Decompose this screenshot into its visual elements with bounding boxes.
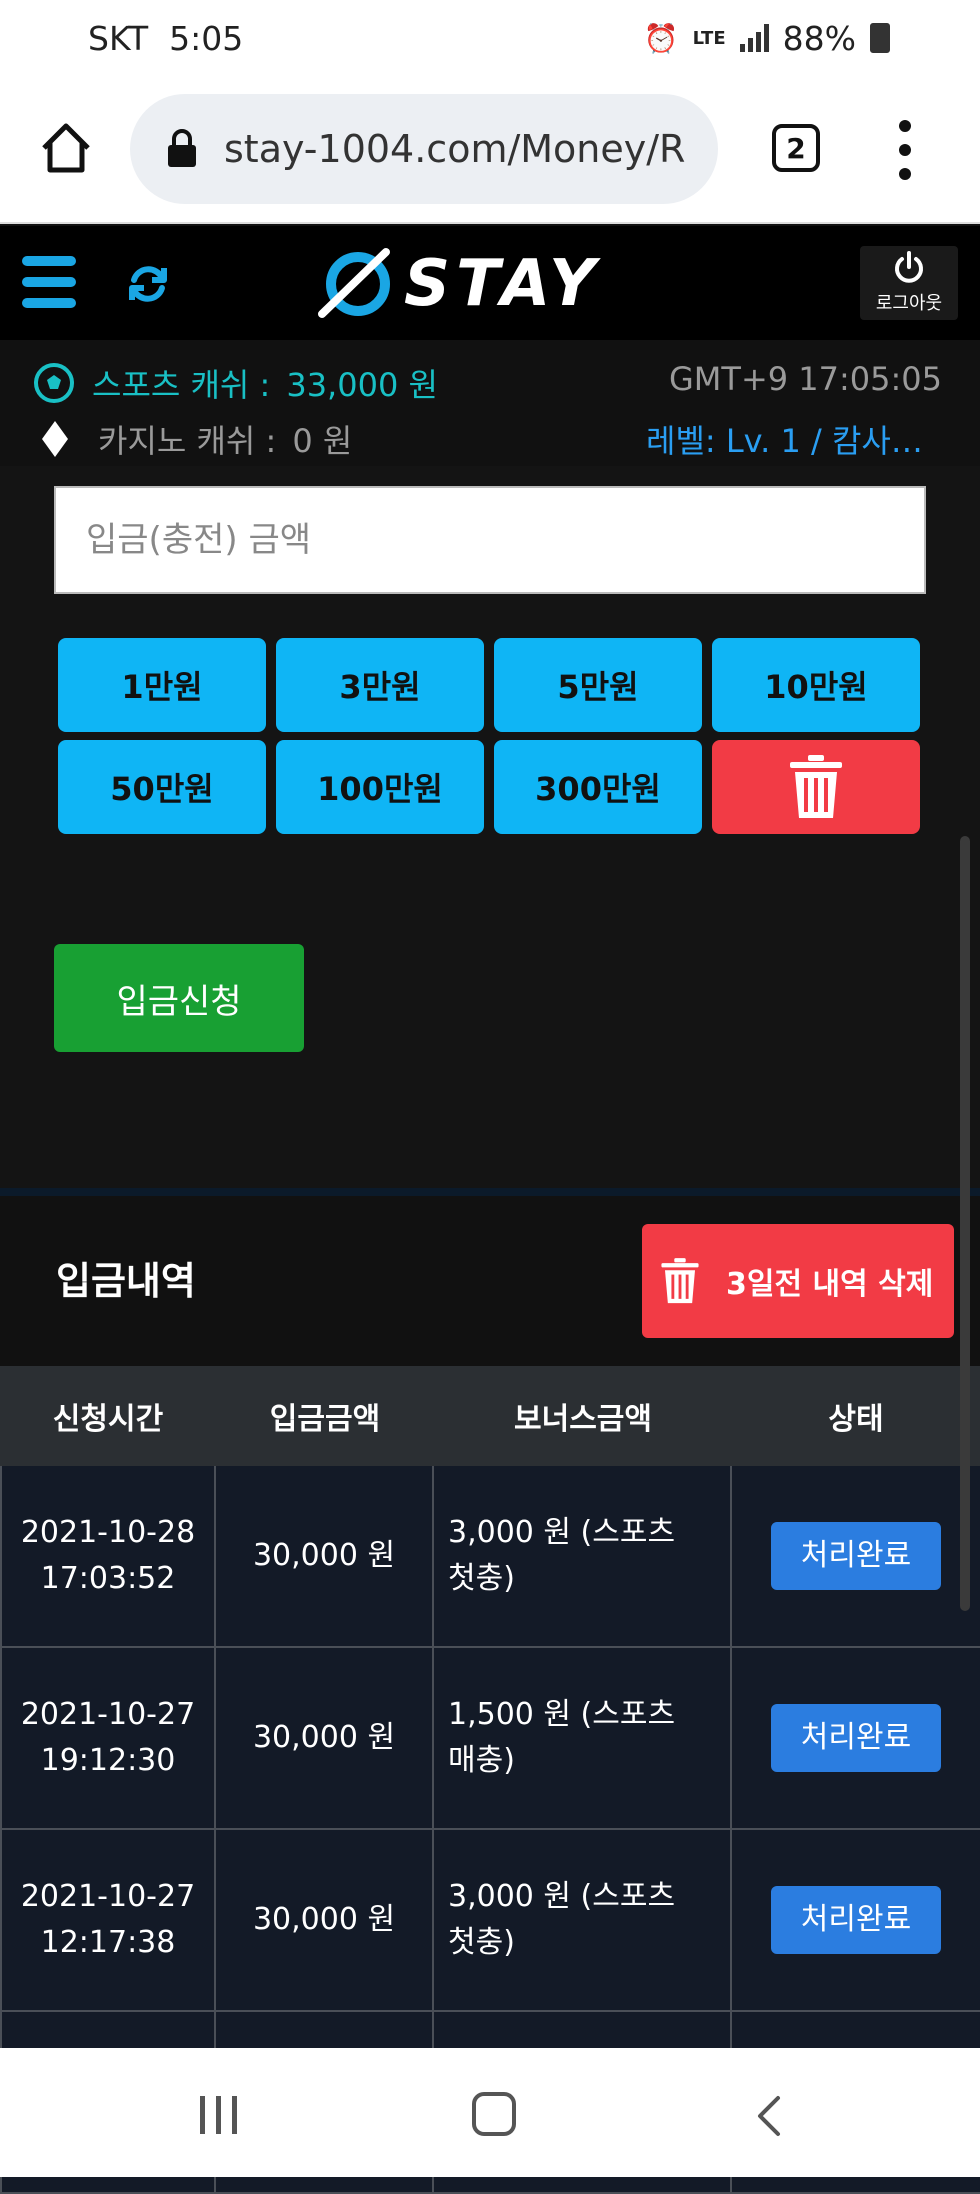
deposit-history-header: 입금내역 3일전 내역 삭제: [0, 1196, 980, 1366]
url-text: stay-1004.com/Money/R: [224, 127, 686, 171]
column-bonus-amount: 보너스금액: [514, 1402, 652, 1437]
bonus-amount-cell: 3,000 원 (스포츠 첫충): [434, 1830, 732, 2010]
column-request-time: 신청시간: [52, 1402, 164, 1437]
hamburger-menu-icon[interactable]: [22, 256, 76, 308]
delete-history-button[interactable]: 3일전 내역 삭제: [642, 1224, 954, 1338]
table-row: 2021-10-27 19:12:30 30,000 원 1,500 원 (스포츠…: [0, 1648, 980, 1830]
casino-cash-row: 카지노 캐쉬 : 0 원: [34, 416, 352, 462]
amount-button-1m[interactable]: 100만원: [276, 740, 484, 834]
logo-ring-icon: [318, 248, 390, 318]
status-bar: SKT 5:05 ⏰ LTE 88%: [0, 0, 980, 76]
amount-button-3m[interactable]: 300만원: [494, 740, 702, 834]
sports-cash-row: 스포츠 캐쉬 : 33,000 원: [34, 360, 438, 406]
deposit-submit-button[interactable]: 입금신청: [54, 944, 304, 1052]
more-options-icon[interactable]: [896, 120, 914, 180]
refresh-icon[interactable]: [124, 260, 172, 308]
system-navigation-bar: [0, 2048, 980, 2177]
request-time-cell: 2021-10-27 19:12:30: [0, 1648, 216, 1828]
column-deposit-amount: 입금금액: [269, 1402, 381, 1437]
amount-button-50k[interactable]: 5만원: [494, 638, 702, 732]
battery-percent: 88%: [782, 18, 856, 58]
history-table-header: 신청시간 입금금액 보너스금액 상태: [0, 1366, 980, 1466]
browser-toolbar: stay-1004.com/Money/R 2: [0, 76, 980, 224]
amount-button-10k[interactable]: 1만원: [58, 638, 266, 732]
user-level[interactable]: 레벨: Lv. 1 / 캄사합니다: [646, 416, 946, 462]
deposit-form: 1만원 3만원 5만원 10만원 50만원 100만원 300만원 입금신청: [0, 466, 980, 1190]
amount-button-30k[interactable]: 3만원: [276, 638, 484, 732]
battery-icon: [870, 23, 890, 53]
lock-icon: [168, 129, 196, 167]
site-logo[interactable]: STAY: [316, 244, 666, 324]
status-left: SKT 5:05: [88, 19, 243, 58]
table-row: 2021-10-27 12:17:38 30,000 원 3,000 원 (스포츠…: [0, 1830, 980, 2012]
amount-button-grid: 1만원 3만원 5만원 10만원 50만원 100만원 300만원: [58, 638, 922, 834]
sports-cash-value: 33,000 원: [286, 366, 438, 404]
status-cell: 처리완료: [732, 1648, 980, 1828]
status-badge: 처리완료: [771, 1704, 941, 1772]
casino-cash-label: 카지노 캐쉬 :: [98, 422, 277, 460]
logo-text: STAY: [404, 247, 602, 321]
deposit-amount-input[interactable]: [54, 486, 926, 594]
site-header: STAY 로그아웃: [0, 226, 980, 340]
clear-amount-button[interactable]: [712, 740, 920, 834]
status-badge: 처리완료: [771, 1886, 941, 1954]
home-nav-icon[interactable]: [472, 2092, 516, 2136]
amount-button-100k[interactable]: 10만원: [712, 638, 920, 732]
column-status: 상태: [828, 1402, 884, 1437]
sports-cash-label: 스포츠 캐쉬 :: [92, 366, 271, 404]
status-right: ⏰ LTE 88%: [644, 19, 890, 58]
logout-button[interactable]: 로그아웃: [860, 246, 958, 320]
trash-icon: [661, 1258, 699, 1304]
status-cell: 처리완료: [732, 1466, 980, 1646]
delete-history-label: 3일전 내역 삭제: [726, 1267, 934, 1302]
status-cell: 처리완료: [732, 1830, 980, 2010]
signal-icon: [739, 24, 769, 52]
alarm-icon: ⏰: [643, 21, 679, 55]
home-icon[interactable]: [38, 120, 94, 176]
back-icon[interactable]: [752, 2094, 784, 2138]
tabs-button[interactable]: 2: [772, 124, 820, 172]
casino-cash-value: 0 원: [292, 422, 353, 460]
recent-apps-icon[interactable]: [200, 2096, 237, 2134]
balance-info-bar: 스포츠 캐쉬 : 33,000 원 카지노 캐쉬 : 0 원 GMT+9 17:…: [0, 340, 980, 466]
deposit-amount-cell: 30,000 원: [216, 1466, 434, 1646]
carrier: SKT: [88, 18, 149, 58]
status-badge: 처리완료: [771, 1522, 941, 1590]
power-icon: [895, 251, 923, 283]
history-title: 입금내역: [56, 1259, 196, 1303]
page-scrollbar[interactable]: [960, 836, 970, 1611]
address-bar[interactable]: stay-1004.com/Money/R: [130, 94, 718, 204]
server-clock: GMT+9 17:05:05: [668, 360, 942, 398]
bonus-amount-cell: 1,500 원 (스포츠 매충): [434, 1648, 732, 1828]
diamond-icon: [42, 421, 68, 457]
section-divider: [0, 1188, 980, 1196]
amount-button-500k[interactable]: 50만원: [58, 740, 266, 834]
request-time-cell: 2021-10-28 17:03:52: [0, 1466, 216, 1646]
request-time-cell: 2021-10-27 12:17:38: [0, 1830, 216, 2010]
deposit-amount-cell: 30,000 원: [216, 1830, 434, 2010]
table-row: 2021-10-28 17:03:52 30,000 원 3,000 원 (스포츠…: [0, 1466, 980, 1648]
soccer-ball-icon: [34, 363, 74, 403]
logout-label: 로그아웃: [875, 293, 943, 314]
clock-time: 5:05: [169, 18, 244, 58]
deposit-amount-cell: 30,000 원: [216, 1648, 434, 1828]
bonus-amount-cell: 3,000 원 (스포츠 첫충): [434, 1466, 732, 1646]
network-type: LTE: [692, 27, 726, 49]
trash-icon: [790, 755, 842, 818]
